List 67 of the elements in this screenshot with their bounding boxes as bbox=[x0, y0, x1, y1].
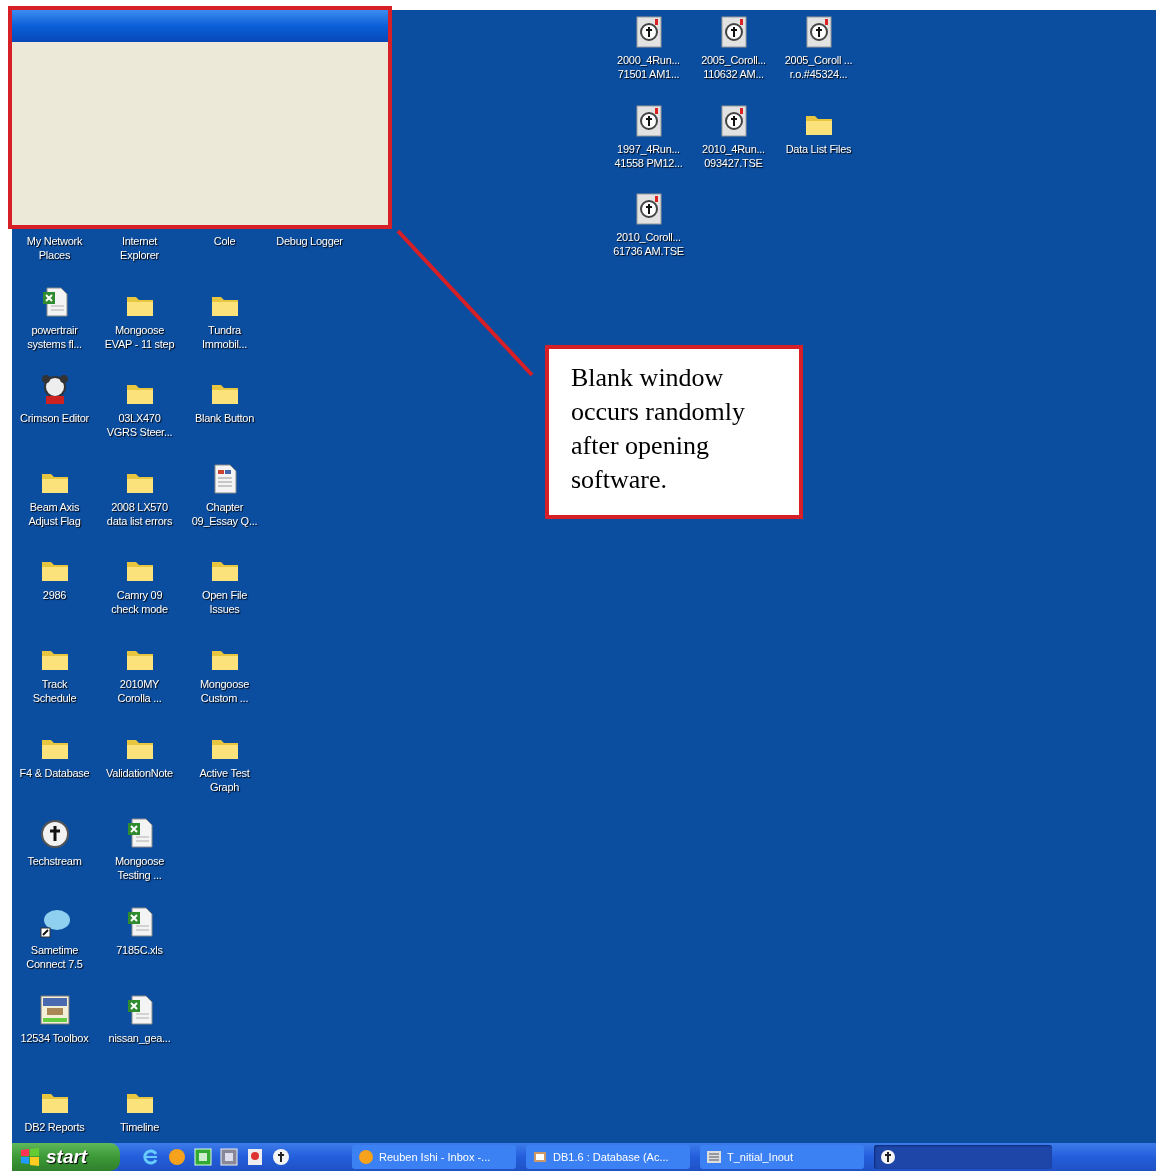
icon-label[interactable]: Tundra Immobil... bbox=[202, 322, 247, 351]
start-button[interactable]: start bbox=[12, 1143, 120, 1171]
icon-label[interactable]: 2010MY Corolla ... bbox=[117, 676, 162, 705]
icon-label[interactable]: Chapter 09_Essay Q... bbox=[191, 499, 258, 528]
icon-label[interactable]: 2000_4Run... 71501 AM1... bbox=[617, 53, 680, 81]
database-icon bbox=[532, 1149, 548, 1165]
form-icon bbox=[706, 1149, 722, 1165]
icon-label[interactable]: Mongoose Testing ... bbox=[114, 854, 165, 883]
icon-label[interactable]: Data List Files bbox=[785, 141, 852, 156]
icon-label[interactable]: Beam Axis Adjust Flag bbox=[28, 499, 81, 528]
icon-label[interactable]: Sametime Connect 7.5 bbox=[26, 942, 83, 971]
icon-label[interactable]: powertrair systems fl... bbox=[27, 322, 82, 351]
file-icon[interactable] bbox=[634, 193, 663, 226]
spreadsheet-icon[interactable] bbox=[125, 817, 154, 850]
taskbar-button[interactable]: DB1.6 : Database (Ac... bbox=[526, 1145, 690, 1169]
icon-label[interactable]: nissan_gea... bbox=[108, 1031, 171, 1046]
taskbar-button[interactable]: Reuben Ishi - Inbox -... bbox=[352, 1145, 516, 1169]
circle-app-icon[interactable] bbox=[272, 1148, 290, 1166]
icon-label[interactable]: Internet Explorer bbox=[120, 234, 159, 262]
icon-label[interactable]: Techstream bbox=[27, 854, 82, 869]
icon-label[interactable]: Mongoose EVAP - 11 step bbox=[104, 322, 175, 351]
icon-label[interactable]: 12534 Toolbox bbox=[20, 1031, 89, 1046]
mail-icon bbox=[358, 1149, 374, 1165]
icon-label[interactable]: 2986 bbox=[42, 588, 67, 603]
icon-label[interactable]: Blank Button bbox=[194, 411, 255, 426]
circle-app-icon[interactable] bbox=[39, 819, 70, 850]
icon-label[interactable]: Track Schedule bbox=[32, 676, 77, 705]
icon-label[interactable]: 2005_Coroll... 110632 AM... bbox=[701, 53, 766, 81]
toolbox-icon[interactable] bbox=[38, 994, 71, 1027]
browser-icon[interactable] bbox=[142, 1148, 160, 1166]
icon-label[interactable]: Mongoose Custom ... bbox=[199, 676, 250, 705]
icon-label[interactable]: 2010_4Run... 093427.TSE bbox=[702, 141, 765, 170]
file-icon[interactable] bbox=[719, 104, 748, 137]
icon-label[interactable]: Timeline bbox=[120, 1119, 159, 1134]
icon-label[interactable]: Camry 09 check mode bbox=[111, 588, 168, 617]
spreadsheet-icon[interactable] bbox=[125, 905, 154, 938]
document-icon[interactable] bbox=[246, 1148, 264, 1166]
icon-label[interactable]: 03LX470 VGRS Steer... bbox=[106, 411, 173, 440]
circle-icon[interactable] bbox=[168, 1148, 186, 1166]
icon-label[interactable]: Crimson Editor bbox=[20, 411, 89, 426]
icon-label[interactable]: 1997_4Run... 41558 PM12... bbox=[614, 141, 683, 170]
file-icon[interactable] bbox=[804, 16, 833, 48]
taskbar-button[interactable] bbox=[874, 1145, 1052, 1169]
chat-bubble-icon[interactable] bbox=[38, 907, 71, 938]
file-icon[interactable] bbox=[719, 16, 748, 48]
callout-text: Blank window occurs randomly after opening software. bbox=[571, 362, 746, 496]
icon-label[interactable]: 2010_Coroll... 61736 AM.TSE bbox=[613, 230, 684, 259]
taskbar-button[interactable]: T_nitial_Inout bbox=[700, 1145, 864, 1169]
icon-label[interactable]: 7185C.xls bbox=[116, 942, 163, 957]
icon-label[interactable]: Open File Issues bbox=[201, 588, 248, 617]
icon-label[interactable]: ValidationNote bbox=[106, 765, 173, 780]
icon-label[interactable]: Cole bbox=[213, 234, 236, 248]
editor-app-icon[interactable] bbox=[39, 374, 70, 407]
file-icon[interactable] bbox=[634, 104, 663, 137]
icon-label[interactable]: Active Test Graph bbox=[199, 765, 250, 794]
icon-label[interactable]: Debug Logger bbox=[276, 234, 343, 248]
windows-flag-icon bbox=[20, 1148, 40, 1166]
icon-label[interactable]: 2005_Coroll ... r.o.#45324... bbox=[784, 53, 853, 81]
circle-app-icon bbox=[880, 1149, 896, 1165]
file-icon[interactable] bbox=[634, 16, 663, 48]
icon-label[interactable]: F4 & Database bbox=[19, 765, 90, 780]
icon-label[interactable]: 2008 LX570 data list errors bbox=[106, 499, 173, 528]
icon-label[interactable]: DB2 Reports bbox=[24, 1119, 85, 1134]
icon-label[interactable]: My Network Places bbox=[26, 234, 83, 262]
spreadsheet-icon[interactable] bbox=[40, 285, 69, 318]
grid-icon[interactable] bbox=[220, 1148, 238, 1166]
spreadsheet-icon[interactable] bbox=[125, 994, 154, 1027]
